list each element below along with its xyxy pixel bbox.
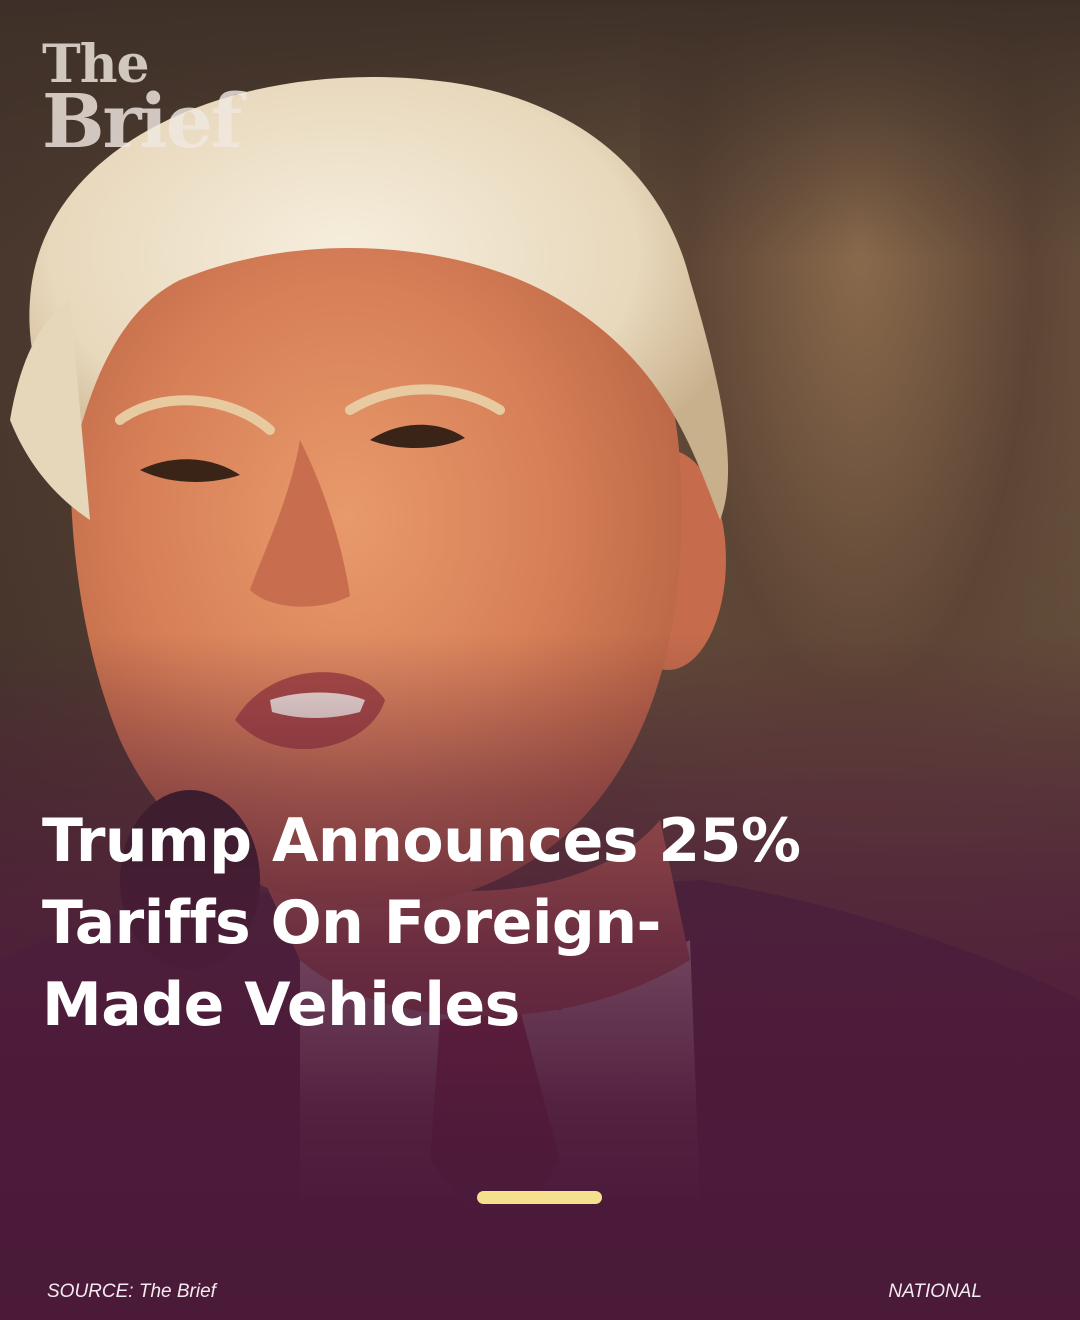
- source-label: SOURCE: The Brief: [47, 1281, 216, 1302]
- logo-line-brief: Brief: [42, 78, 243, 165]
- category-label: NATIONAL: [888, 1281, 982, 1302]
- gradient-overlay: [0, 0, 1080, 1320]
- slide-indicator[interactable]: [477, 1191, 602, 1204]
- news-card: The Brief Trump Announces 25% Tariffs On…: [0, 0, 1080, 1320]
- headline: Trump Announces 25% Tariffs On Foreign-M…: [42, 806, 801, 1040]
- brand-logo: The Brief: [42, 39, 243, 165]
